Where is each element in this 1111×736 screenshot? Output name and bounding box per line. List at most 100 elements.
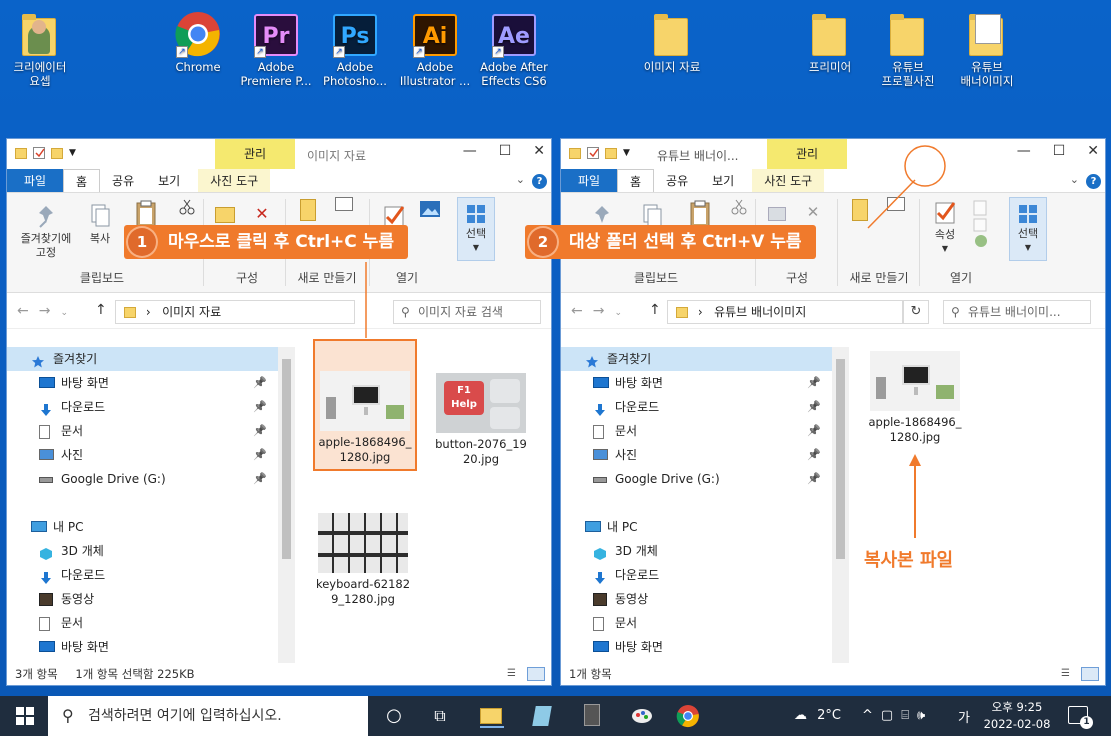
pin-icon[interactable]: 📌 (253, 443, 267, 467)
explorer-window-right[interactable]: ▼ 유튜브 배너이... 관리 — ☐ ✕ 파일 홈 공유 보기 사진 도구 ⌄… (560, 138, 1106, 686)
maximize-icon[interactable]: ☐ (499, 143, 512, 159)
search-input[interactable]: ⚲ 이미지 자료 검색 (393, 300, 541, 324)
paste-button[interactable] (133, 199, 159, 228)
move-to-button[interactable] (213, 207, 237, 226)
tab-view[interactable]: 보기 (146, 169, 192, 192)
recent-dropdown-icon[interactable]: ⌄ (60, 308, 68, 318)
pin-icon[interactable]: 📌 (253, 467, 267, 491)
back-icon[interactable]: ← (571, 303, 593, 319)
nav-item[interactable]: 사진 📌 (561, 443, 841, 467)
nav-item[interactable]: 문서 📌 (7, 419, 287, 443)
task-view-icon[interactable]: ⧉ (428, 704, 452, 728)
clock[interactable]: 오후 9:25 2022-02-08 (982, 699, 1052, 733)
tab-view[interactable]: 보기 (700, 169, 746, 192)
qat-dropdown-icon[interactable]: ▼ (69, 148, 76, 158)
pin-icon[interactable]: 📌 (807, 443, 821, 467)
paste-button[interactable] (687, 199, 713, 228)
windows-start-icon[interactable] (16, 707, 34, 728)
cortana-icon[interactable]: ○ (382, 704, 406, 728)
nav-item[interactable]: Google Drive (G:) 📌 (561, 467, 841, 491)
recent-dropdown-icon[interactable]: ⌄ (614, 308, 622, 318)
pin-icon[interactable]: 📌 (253, 371, 267, 395)
calculator-icon[interactable] (580, 704, 604, 728)
nav-item[interactable]: 다운로드 (7, 563, 287, 587)
tab-picture-tools[interactable]: 사진 도구 (752, 169, 825, 192)
nav-item[interactable]: 바탕 화면 (561, 635, 841, 659)
network-icon[interactable]: ⌸ (901, 708, 917, 723)
context-tab-manage[interactable]: 관리 (215, 139, 295, 169)
pin-icon[interactable]: 📌 (807, 371, 821, 395)
quick-access-toolbar[interactable]: ▼ (569, 147, 630, 159)
file-item[interactable]: keyboard-62182 9_1280.jpg (311, 481, 415, 613)
chevron-up-icon[interactable]: ^ (862, 708, 881, 723)
nav-item[interactable]: 3D 개체 (561, 539, 841, 563)
weather-widget[interactable]: ☁ 2°C (794, 708, 841, 723)
delete-button[interactable]: ✕ (249, 206, 275, 222)
back-icon[interactable]: ← (17, 303, 39, 319)
desktop-icon-3[interactable]: Ps ↗ Adobe Photosho... (317, 10, 393, 88)
desktop-icon-4[interactable]: Ai ↗ Adobe Illustrator ... (397, 10, 473, 88)
new-item-button[interactable] (333, 197, 355, 214)
close-icon[interactable]: ✕ (1087, 143, 1099, 159)
new-folder-button[interactable] (299, 199, 317, 224)
qat-dropdown-icon[interactable]: ▼ (623, 148, 630, 158)
copy-button[interactable]: 복사 (83, 203, 117, 246)
notepad-icon[interactable] (530, 704, 554, 728)
desktop-icon-7[interactable]: 프리미어 (792, 10, 868, 74)
file-explorer-taskbar-icon[interactable] (480, 704, 504, 728)
navigation-pane[interactable]: 즐겨찾기 바탕 화면 📌 다운로드 📌 문서 📌 사진 📌 Google Drive (G:) 📌 내… (7, 347, 287, 663)
up-arrow-icon[interactable]: ↑ (649, 302, 661, 318)
desktop-icon-2[interactable]: Pr ↗ Adobe Premiere P... (238, 10, 314, 88)
address-box[interactable]: › 이미지 자료 (115, 300, 355, 324)
large-icons-view-icon[interactable] (1081, 667, 1099, 681)
notification-icon[interactable]: 1 (1068, 706, 1093, 729)
file-list[interactable]: apple-1868496_ 1280.jpg F1 Help button-2076_… (297, 339, 551, 663)
pin-icon[interactable]: 📌 (253, 419, 267, 443)
tab-share[interactable]: 공유 (100, 169, 146, 192)
forward-icon[interactable]: → (593, 303, 615, 319)
nav-arrows[interactable]: ←→⌄ (17, 303, 68, 319)
nav-item[interactable]: 즐겨찾기 (561, 347, 841, 371)
up-arrow-icon[interactable]: ↑ (95, 302, 107, 318)
chrome-taskbar-icon[interactable] (676, 704, 700, 728)
chevron-down-icon[interactable]: ⌄ (516, 173, 525, 186)
file-list[interactable]: apple-1868496_ 1280.jpg (861, 347, 1101, 663)
help-icon[interactable]: ? (1086, 174, 1101, 189)
maximize-icon[interactable]: ☐ (1053, 143, 1066, 159)
pin-icon[interactable]: 📌 (253, 395, 267, 419)
properties-icon[interactable] (587, 147, 599, 159)
large-icons-view-icon[interactable] (527, 667, 545, 681)
nav-item[interactable]: 즐겨찾기 (7, 347, 287, 371)
tab-file[interactable]: 파일 (561, 169, 617, 192)
nav-item[interactable]: 동영상 (561, 587, 841, 611)
nav-item[interactable]: 내 PC (7, 515, 287, 539)
nav-item[interactable]: 다운로드 (561, 563, 841, 587)
quick-access-toolbar[interactable]: ▼ (15, 147, 76, 159)
details-view-icon[interactable]: ☰ (507, 667, 523, 681)
forward-icon[interactable]: → (39, 303, 61, 319)
desktop-icon-1[interactable]: ↗ Chrome (160, 10, 236, 74)
new-folder-button[interactable] (851, 199, 869, 224)
paint-icon[interactable] (630, 704, 654, 728)
ime-indicator[interactable]: 가 (958, 707, 970, 726)
desktop-icon-8[interactable]: 유튜브 프로필사진 (870, 10, 946, 88)
cut-button[interactable] (177, 199, 197, 218)
volume-icon[interactable]: 🕪 (917, 708, 933, 723)
tab-home[interactable]: 홈 (617, 169, 655, 192)
nav-arrows[interactable]: ←→⌄ (571, 303, 622, 319)
nav-scrollbar[interactable] (832, 347, 849, 663)
nav-item[interactable]: 다운로드 📌 (7, 395, 287, 419)
tab-share[interactable]: 공유 (654, 169, 700, 192)
nav-item[interactable]: 문서 (561, 611, 841, 635)
nav-item[interactable]: 3D 개체 (7, 539, 287, 563)
close-icon[interactable]: ✕ (533, 143, 545, 159)
nav-item[interactable]: 바탕 화면 📌 (7, 371, 287, 395)
nav-item[interactable]: 바탕 화면 📌 (561, 371, 841, 395)
taskbar-search-box[interactable]: ⚲ 검색하려면 여기에 입력하십시오. (48, 696, 368, 736)
touchpad-icon[interactable]: ▢ (881, 708, 901, 723)
tab-home[interactable]: 홈 (63, 169, 101, 192)
file-item[interactable]: apple-1868496_ 1280.jpg (863, 319, 967, 451)
title-bar[interactable]: ▼ 관리 이미지 자료 — ☐ ✕ (7, 139, 551, 169)
cut-button[interactable] (729, 199, 749, 218)
chevron-down-icon[interactable]: ⌄ (1070, 173, 1079, 186)
